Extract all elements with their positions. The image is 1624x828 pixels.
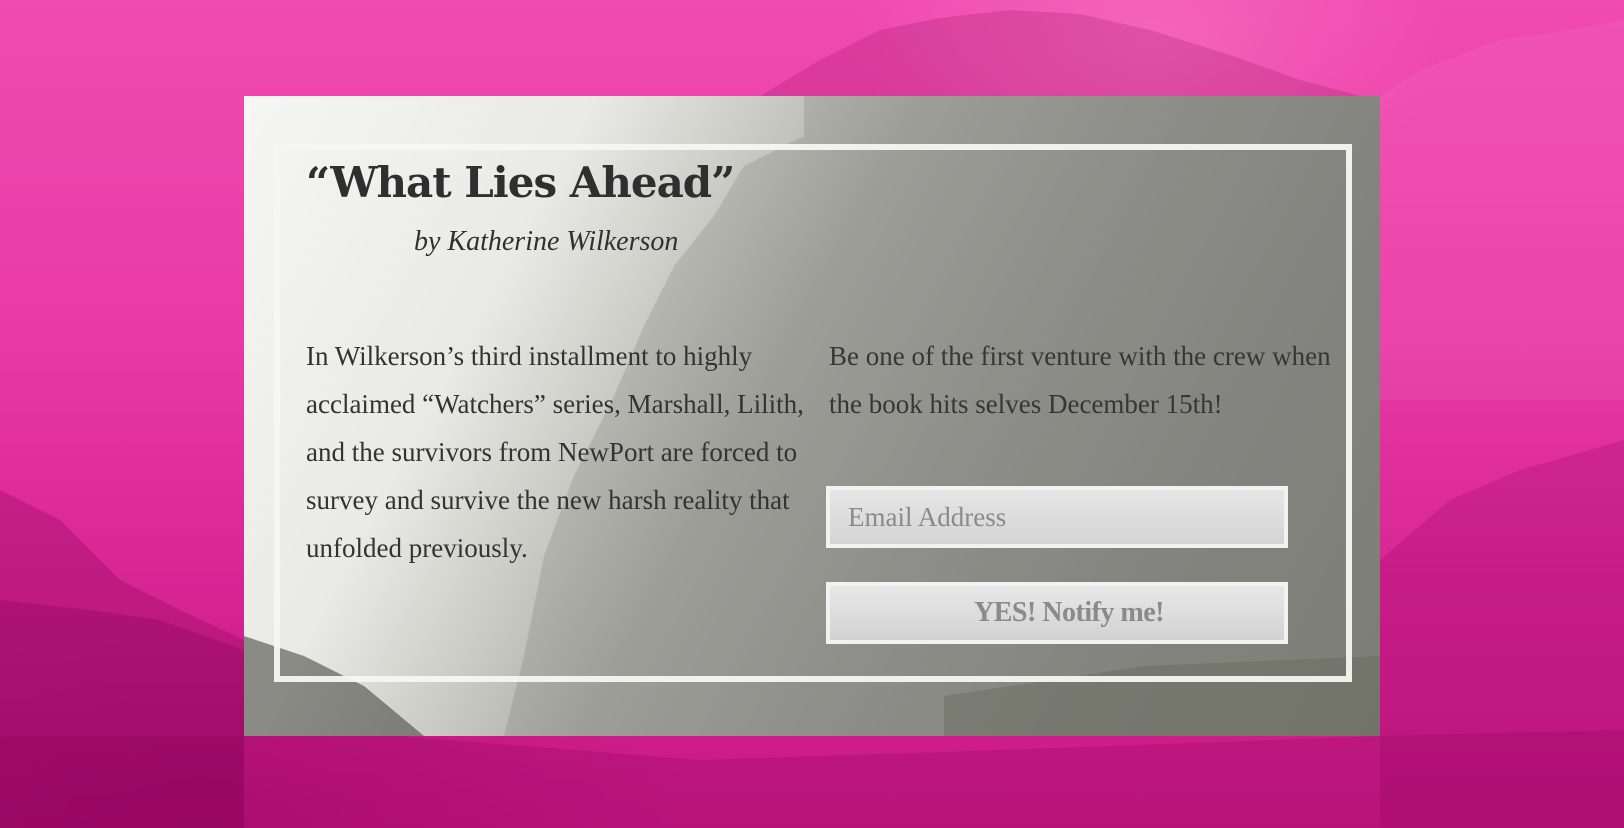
notify-me-button[interactable]: YES! Notify me! <box>826 582 1288 644</box>
book-title: “What Lies Ahead” <box>306 158 735 207</box>
signup-message: Be one of the first venture with the cre… <box>829 341 1331 419</box>
book-description: In Wilkerson’s third installment to high… <box>306 341 804 563</box>
book-promo-card: “What Lies Ahead” by Katherine Wilkerson… <box>244 96 1380 736</box>
email-input[interactable] <box>826 486 1288 548</box>
book-author: by Katherine Wilkerson <box>414 226 679 257</box>
